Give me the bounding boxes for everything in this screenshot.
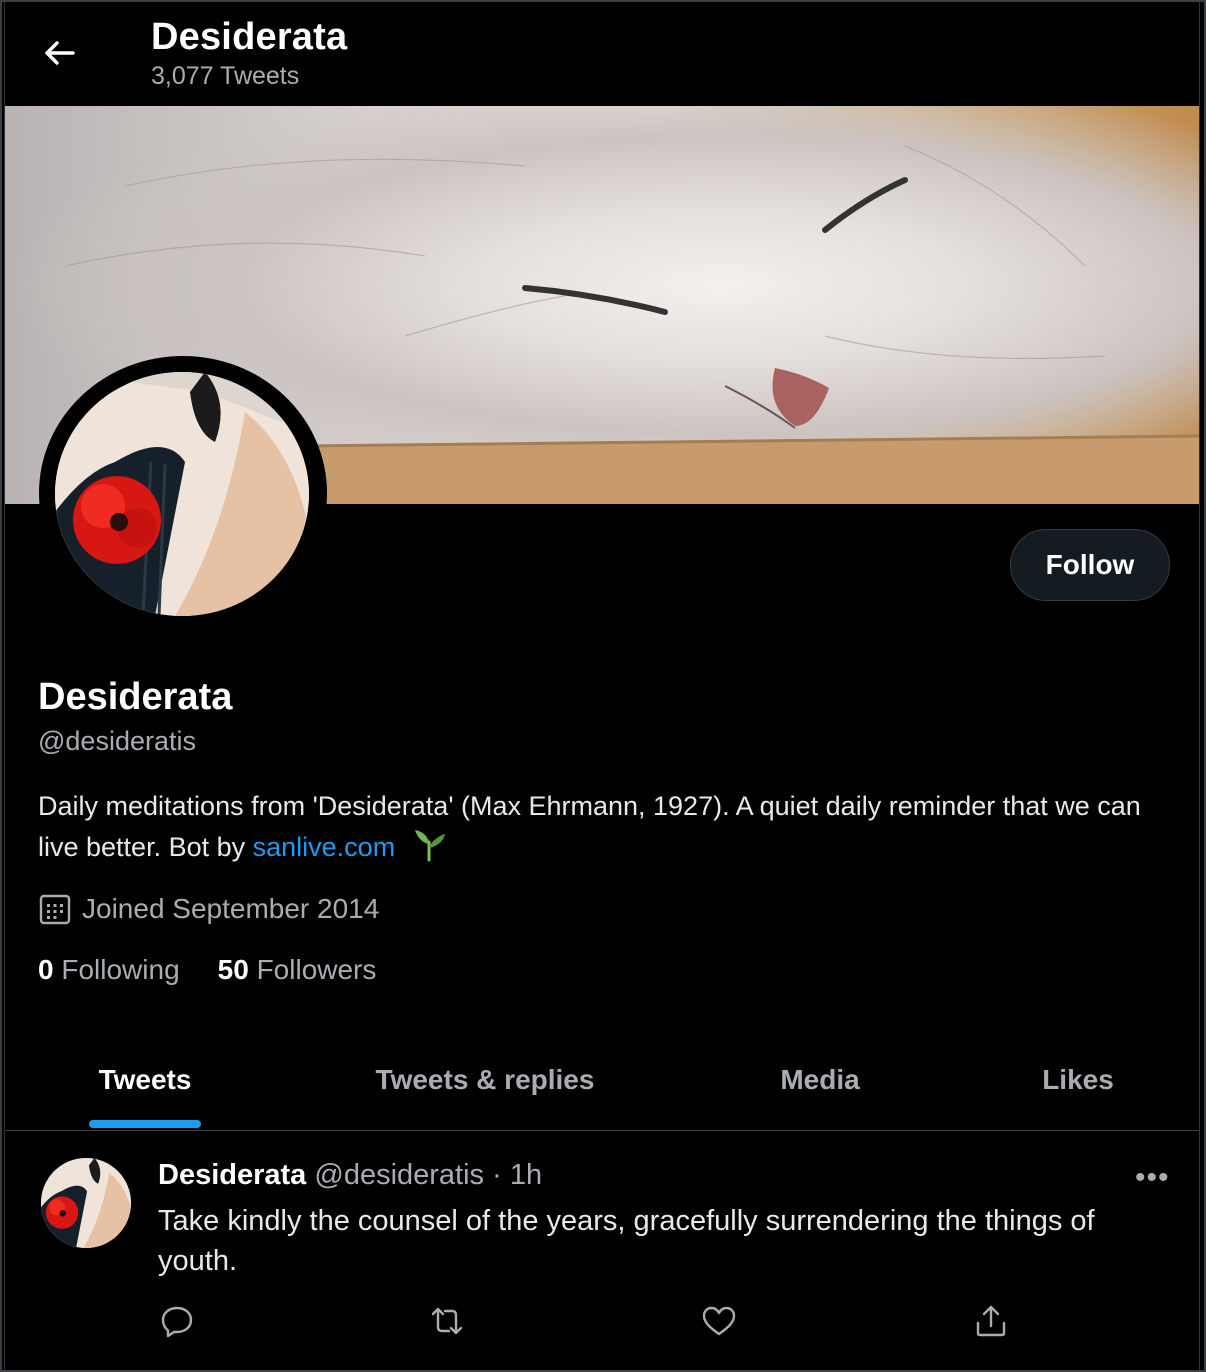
reply-icon[interactable] xyxy=(159,1303,195,1339)
following-label: Following xyxy=(61,954,180,985)
tweet-count: 3,077 Tweets xyxy=(151,62,300,90)
followers-label: Followers xyxy=(256,954,377,985)
like-icon[interactable] xyxy=(701,1303,737,1339)
follow-button[interactable]: Follow xyxy=(1010,529,1170,601)
tweet-avatar[interactable] xyxy=(41,1158,131,1248)
seedling-icon xyxy=(411,826,447,873)
calendar-icon xyxy=(39,894,71,925)
tweet-header: Desiderata @desideratis · 1h xyxy=(158,1159,542,1192)
tweet-text: Take kindly the counsel of the years, gr… xyxy=(158,1205,1095,1277)
tweet-author-handle[interactable]: @desideratis xyxy=(314,1159,484,1191)
joined-text: Joined September 2014 xyxy=(82,893,380,924)
header-title: Desiderata xyxy=(151,16,348,58)
tweet-time[interactable]: 1h xyxy=(510,1159,542,1191)
profile-handle: @desideratis xyxy=(38,726,196,756)
tab-tweets-replies[interactable]: Tweets & replies xyxy=(285,1030,685,1130)
profile-bio: Daily meditations from 'Desiderata' (Max… xyxy=(38,786,1158,873)
profile-tabs: Tweets Tweets & replies Media Likes xyxy=(5,1030,1199,1131)
more-options-icon[interactable]: ••• xyxy=(1135,1161,1170,1195)
avatar-image xyxy=(55,372,309,616)
profile-name: Desiderata xyxy=(38,676,233,718)
tweet-separator: · xyxy=(492,1159,502,1191)
profile-page: Desiderata 3,077 Tweets Follow Desiderat… xyxy=(4,0,1200,1372)
tab-media[interactable]: Media xyxy=(685,1030,955,1130)
following-link[interactable]: 0 Following xyxy=(38,954,180,986)
follow-stats: 0 Following 50 Followers xyxy=(38,954,376,986)
tab-likes[interactable]: Likes xyxy=(955,1030,1199,1130)
active-tab-indicator xyxy=(89,1120,201,1128)
followers-count: 50 xyxy=(217,954,249,985)
profile-avatar[interactable] xyxy=(39,356,327,630)
followers-link[interactable]: 50 Followers xyxy=(218,954,377,986)
tweet-author-name[interactable]: Desiderata xyxy=(158,1159,306,1191)
back-arrow-icon[interactable] xyxy=(39,33,79,73)
following-count: 0 xyxy=(38,954,54,985)
share-icon[interactable] xyxy=(973,1303,1009,1339)
retweet-icon[interactable] xyxy=(429,1303,465,1339)
bio-link[interactable]: sanlive.com xyxy=(253,832,396,862)
tweet[interactable]: Desiderata @desideratis · 1h ••• Take ki… xyxy=(5,1131,1199,1372)
joined-date: Joined September 2014 xyxy=(38,892,379,926)
tab-tweets[interactable]: Tweets xyxy=(5,1030,285,1130)
bio-text: Daily meditations from 'Desiderata' (Max… xyxy=(38,791,1141,862)
top-bar: Desiderata 3,077 Tweets xyxy=(5,0,1199,106)
